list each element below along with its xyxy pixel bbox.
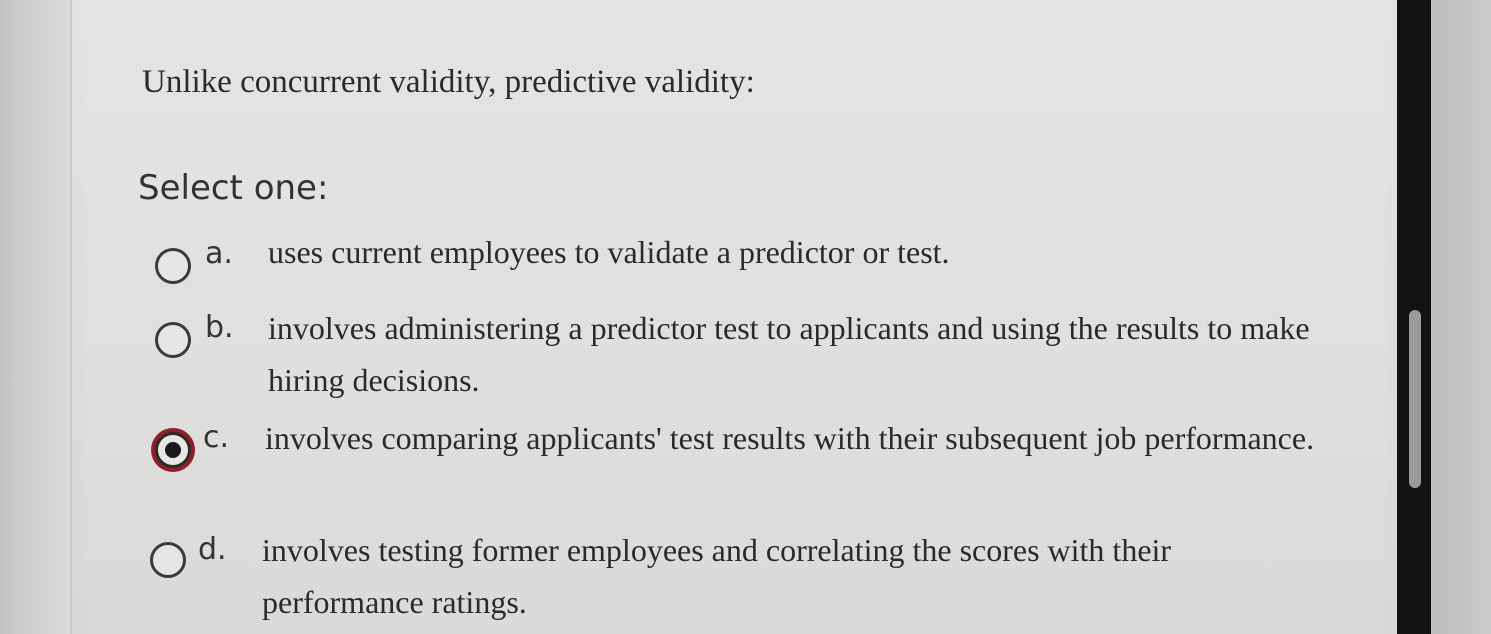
option-letter-c: c. — [203, 420, 230, 455]
radio-button-c[interactable] — [155, 432, 191, 468]
option-text-c[interactable]: involves comparing applicants' test resu… — [265, 412, 1325, 464]
option-letter-d: d. — [198, 532, 227, 567]
option-letter-b: b. — [205, 310, 234, 345]
right-margin — [1431, 0, 1491, 634]
radio-button-a[interactable] — [155, 248, 191, 284]
left-margin — [0, 0, 70, 634]
option-letter-a: a. — [205, 236, 233, 271]
scrollbar-thumb[interactable] — [1409, 310, 1421, 488]
select-one-prompt: Select one: — [138, 168, 329, 208]
radio-button-b[interactable] — [155, 322, 191, 358]
radio-selected-dot — [165, 442, 181, 458]
option-text-b[interactable]: involves administering a predictor test … — [268, 302, 1328, 406]
option-text-a[interactable]: uses current employees to validate a pre… — [268, 226, 1328, 278]
question-text: Unlike concurrent validity, predictive v… — [142, 64, 755, 100]
option-text-d[interactable]: involves testing former employees and co… — [262, 524, 1322, 628]
radio-button-d[interactable] — [150, 542, 186, 578]
